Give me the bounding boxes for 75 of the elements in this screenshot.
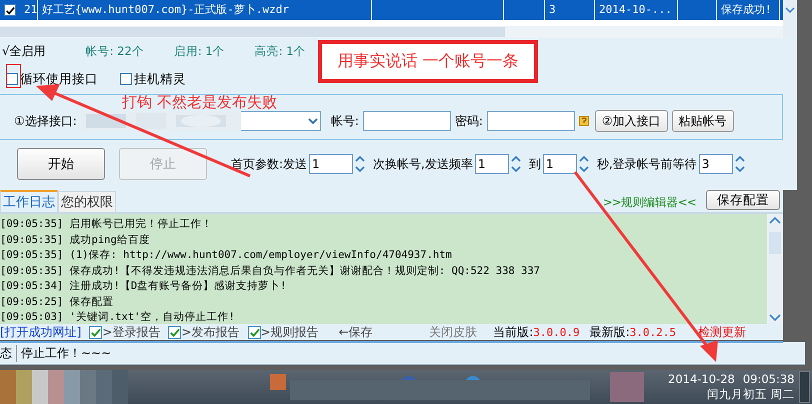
checkbox[interactable] [120,73,132,85]
checkbox[interactable] [6,73,18,85]
panel-button[interactable]: 粘贴帐号 [672,110,734,132]
table-cell: 好工艺{www.hunt007.com}-正式版-萝卜.wzdr [38,0,372,20]
scroll-up-icon[interactable] [767,214,783,226]
table-cell: 21 [20,0,38,20]
table-cell: 保存成功! [717,0,780,20]
save-link[interactable]: ←保存 [338,324,373,341]
taskbar-time: 09:05:38 [742,372,794,386]
checkbox[interactable] [4,4,16,16]
checkbox[interactable] [248,326,260,339]
spinner-arrows-icon[interactable] [508,154,523,174]
log-line: [09:05:35] 启用帐号已用完！停止工作！ [0,217,214,232]
field-label: 帐号: [330,112,359,130]
checkbox[interactable] [168,326,182,339]
param-label: 次换帐号,发送频率 [373,156,473,172]
start-button[interactable]: 开始 [17,148,105,180]
status-label: 态 [0,344,17,362]
log-line: [09:05:34] 注册成功!【D盘有账号备份】感谢支持萝卜! [0,279,288,294]
tab[interactable]: 您的权限 [58,191,116,212]
version-label: 当前版: [493,324,534,341]
report-label: >规则报告 [260,324,319,341]
close-skin-link[interactable]: 关闭皮肤 [429,324,478,341]
param-label: 首页参数:发送 [231,156,308,172]
log-line: [09:05:35] 保存成功!【不得发违规违法消息后果自负与作者无关】谢谢配合！规则定制: QQ:522 338 337 [0,264,542,278]
show-desktop-button[interactable] [798,371,810,403]
spinner-arrows-icon[interactable] [576,154,591,174]
report-label: >登录报告 [102,324,160,341]
account-input[interactable] [362,111,451,131]
param-label: 到 [528,156,541,172]
version-label: 最新版: [590,324,630,341]
log-line: [09:05:35] (1)保存: http://www.hunt007.com/employer/viewInfo/4704937.htm [0,248,453,263]
log-line: [09:05:03] '关键词.txt'空，自动停止工作! [0,310,236,324]
log-line: [09:05:25] 保存配置 [0,294,115,310]
option-label: 挂机精灵 [134,70,186,88]
number-input[interactable]: 1 [474,154,509,174]
open-success-link[interactable]: [打开成功网址] [0,324,82,341]
annotation-callout: 用事实说话 一个账号一条 [318,40,538,83]
log-line: [09:05:35] 成功ping给百度 [0,232,151,248]
number-input[interactable]: 3 [698,154,733,174]
version-number: 3.0.0.9 [533,326,580,339]
vertical-scrollbar[interactable] [767,214,783,324]
number-input[interactable]: 1 [542,154,577,174]
scroll-down-icon[interactable] [767,312,783,324]
check-update-link[interactable]: 检测更新 [698,324,746,341]
help-icon[interactable] [578,116,589,126]
panel-button[interactable]: ②加入接口 [594,110,668,132]
annotation-note: 打钩 不然老是发布失败 [122,93,277,112]
rule-editor-link[interactable]: >>规则编辑器<< [602,195,696,210]
field-label: 密码: [454,112,483,130]
tab[interactable]: 工作日志 [0,190,58,212]
option-label: 循环使用接口 [20,70,98,88]
taskbar-date: 2014-10-28 [668,372,735,386]
stat-label: 高亮: 1个 [254,44,306,58]
field-label: ①选择接口: [14,112,77,130]
enable-all-toggle[interactable]: √全启用 [2,42,46,60]
table-cell: 2014-10-... [595,0,678,20]
password-input[interactable] [486,111,575,131]
table-row[interactable]: 21 好工艺{www.hunt007.com}-正式版-萝卜.wzdr 3 2014-10-... 保存成功! [0,0,783,20]
vertical-scrollbar[interactable] [783,0,797,38]
spinner-arrows-icon[interactable] [353,154,368,174]
save-config-button[interactable]: 保存配置 [706,190,780,210]
status-message: 停止工作！~~~ [21,344,112,362]
highlight-frame [6,64,21,88]
number-input[interactable]: 1 [309,154,354,174]
param-label: 秒,登录帐号前等待 [596,156,697,172]
horizontal-scrollbar[interactable] [0,26,783,38]
report-label: >发布报告 [181,324,240,341]
stat-label: 启用: 1个 [174,44,225,58]
table-cell: 3 [545,0,595,20]
version-number: 3.0.2.5 [630,326,676,339]
spinner-arrows-icon[interactable] [732,154,747,174]
stat-label: 帐号: 22个 [86,44,144,58]
checkbox[interactable] [89,326,102,339]
taskbar-lunar-date: 闰九月初五 周二 [706,387,794,402]
